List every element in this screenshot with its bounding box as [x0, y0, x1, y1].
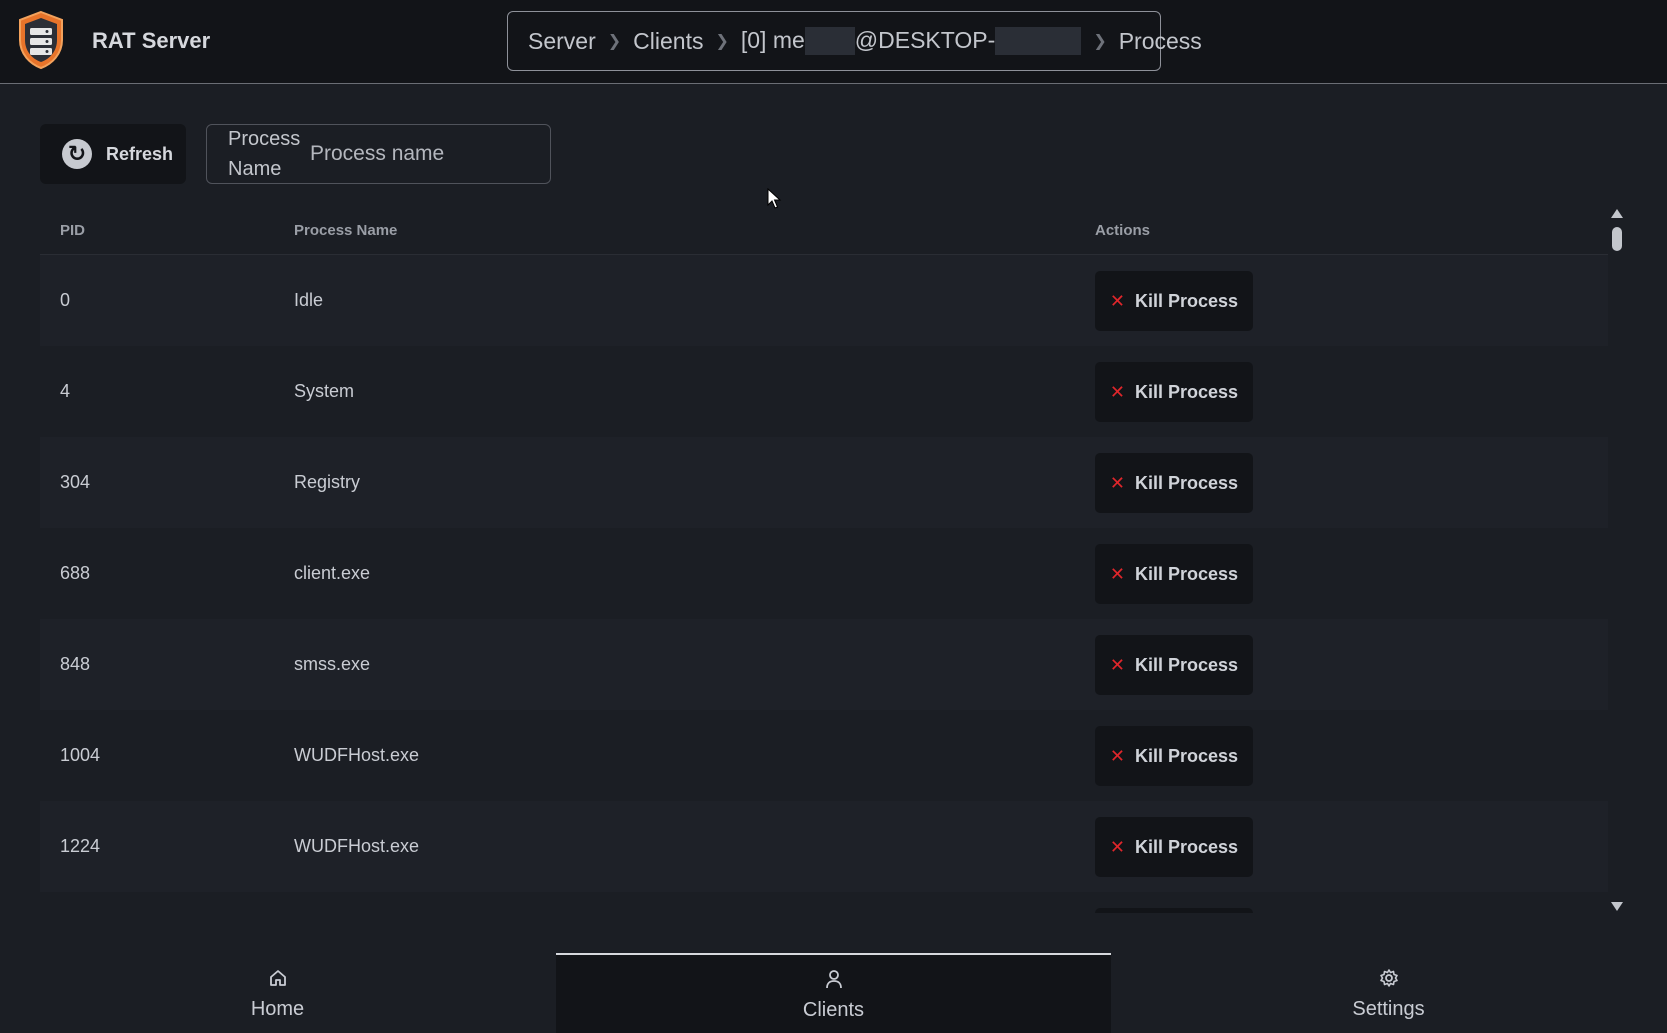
table-row: 4 System ✕ Kill Process [40, 346, 1608, 437]
close-icon: ✕ [1109, 836, 1126, 857]
scroll-up-arrow-icon[interactable] [1611, 209, 1623, 218]
process-name-cell: client.exe [294, 563, 371, 583]
process-name-cell: Idle [294, 290, 324, 310]
breadcrumb-server[interactable]: Server [528, 28, 596, 55]
process-name-cell: WUDFHost.exe [294, 745, 420, 765]
table-header: PID Process Name Actions [40, 207, 1608, 255]
kill-process-button[interactable]: ✕ Kill Process [1095, 817, 1253, 877]
table-row: 848 smss.exe ✕ Kill Process [40, 619, 1608, 710]
close-icon: ✕ [1109, 654, 1126, 675]
app-header: RAT Server Server ❯ Clients ❯ [0] me @DES… [0, 0, 1667, 84]
kill-process-button[interactable]: ✕ Kill Process [1095, 453, 1253, 513]
refresh-icon: ↻ [62, 139, 92, 169]
breadcrumb: Server ❯ Clients ❯ [0] me @DESKTOP- ❯ Pro… [507, 11, 1202, 71]
chevron-right-icon: ❯ [715, 33, 729, 50]
table-row: 304 Registry ✕ Kill Process [40, 437, 1608, 528]
process-name-cell: System [294, 381, 355, 401]
process-name-cell: Registry [294, 472, 361, 492]
search-input[interactable] [310, 142, 550, 166]
breadcrumb-client-host: @DESKTOP- [854, 26, 996, 53]
refresh-button[interactable]: ↻ Refresh [40, 124, 186, 184]
table-row: 1004 WUDFHost.exe ✕ Kill Process [40, 710, 1608, 801]
breadcrumb-client[interactable]: [0] me @DESKTOP- [740, 26, 1082, 56]
redacted-block [804, 27, 855, 56]
chevron-right-icon: ❯ [607, 33, 622, 50]
kill-process-label: Kill Process [1135, 836, 1239, 857]
close-icon: ✕ [1109, 472, 1126, 493]
kill-process-button[interactable]: ✕ Kill Process [1095, 544, 1253, 604]
chevron-right-icon: ❯ [1093, 33, 1107, 50]
user-icon [825, 967, 843, 991]
scroll-down-arrow-icon[interactable] [1611, 902, 1623, 911]
nav-label-clients: Clients [802, 998, 865, 1021]
process-search-field[interactable]: Process Name [206, 124, 551, 184]
pid-cell: 304 [60, 472, 91, 492]
column-header-pid: PID [60, 222, 86, 239]
redacted-block [995, 27, 1082, 56]
kill-process-label: Kill Process [1135, 381, 1239, 402]
table-scrollbar[interactable] [1608, 207, 1626, 913]
nav-label-home: Home [250, 997, 305, 1020]
nav-item-home[interactable]: Home [0, 953, 555, 1033]
column-header-actions: Actions [1095, 222, 1151, 239]
kill-process-label: Kill Process [1135, 745, 1239, 766]
pid-cell: 848 [60, 654, 91, 674]
pid-cell: 0 [60, 290, 71, 310]
close-icon: ✕ [1109, 290, 1126, 311]
kill-process-label: Kill Process [1135, 472, 1239, 493]
nav-label-settings: Settings [1352, 997, 1425, 1020]
nav-item-clients[interactable]: Clients [556, 953, 1111, 1033]
kill-process-label: Kill Process [1135, 654, 1239, 675]
nav-item-settings[interactable]: Settings [1111, 953, 1666, 1033]
pid-cell: 688 [60, 563, 91, 583]
breadcrumb-process[interactable]: Process [1119, 28, 1202, 55]
app-title: RAT Server [92, 28, 211, 53]
refresh-label: Refresh [106, 143, 174, 164]
process-name-cell: WUDFHost.exe [294, 836, 420, 856]
server-shield-icon [19, 10, 63, 70]
column-header-process-name: Process Name [294, 222, 398, 239]
pid-cell: 1224 [60, 836, 101, 856]
kill-process-label: Kill Process [1135, 290, 1239, 311]
kill-process-button[interactable]: ✕ Kill Process [1095, 726, 1253, 786]
table-body: 0 Idle ✕ Kill Process 4 System ✕ Kill Process 30… [40, 255, 1608, 913]
close-icon: ✕ [1109, 563, 1126, 584]
gear-icon [1379, 966, 1399, 990]
home-icon [269, 966, 287, 990]
process-table: PID Process Name Actions 0 Idle ✕ Kill Proc… [40, 207, 1608, 913]
table-row: 1224 WUDFHost.exe ✕ Kill Process [40, 801, 1608, 892]
close-icon: ✕ [1109, 381, 1126, 402]
scroll-thumb[interactable] [1612, 227, 1622, 251]
kill-process-button[interactable]: ✕ Kill Process [1095, 362, 1253, 422]
breadcrumb-client-prefix: [0] me [740, 26, 805, 53]
pid-cell: 4 [60, 381, 71, 401]
process-name-cell: smss.exe [294, 654, 371, 674]
table-row: 688 client.exe ✕ Kill Process [40, 528, 1608, 619]
pid-cell: 1004 [60, 745, 101, 765]
breadcrumb-clients[interactable]: Clients [633, 28, 703, 55]
kill-process-button[interactable]: ✕ Kill Process [1095, 271, 1253, 331]
bottom-navigation: Home Clients Settings [0, 953, 1667, 1033]
kill-process-button[interactable]: ✕ Kill Process [1095, 635, 1253, 695]
table-row: 0 Idle ✕ Kill Process [40, 255, 1608, 346]
table-row [40, 892, 1608, 913]
search-label: Process Name [228, 128, 301, 180]
kill-process-button[interactable] [1095, 908, 1253, 913]
close-icon: ✕ [1109, 745, 1126, 766]
kill-process-label: Kill Process [1135, 563, 1239, 584]
